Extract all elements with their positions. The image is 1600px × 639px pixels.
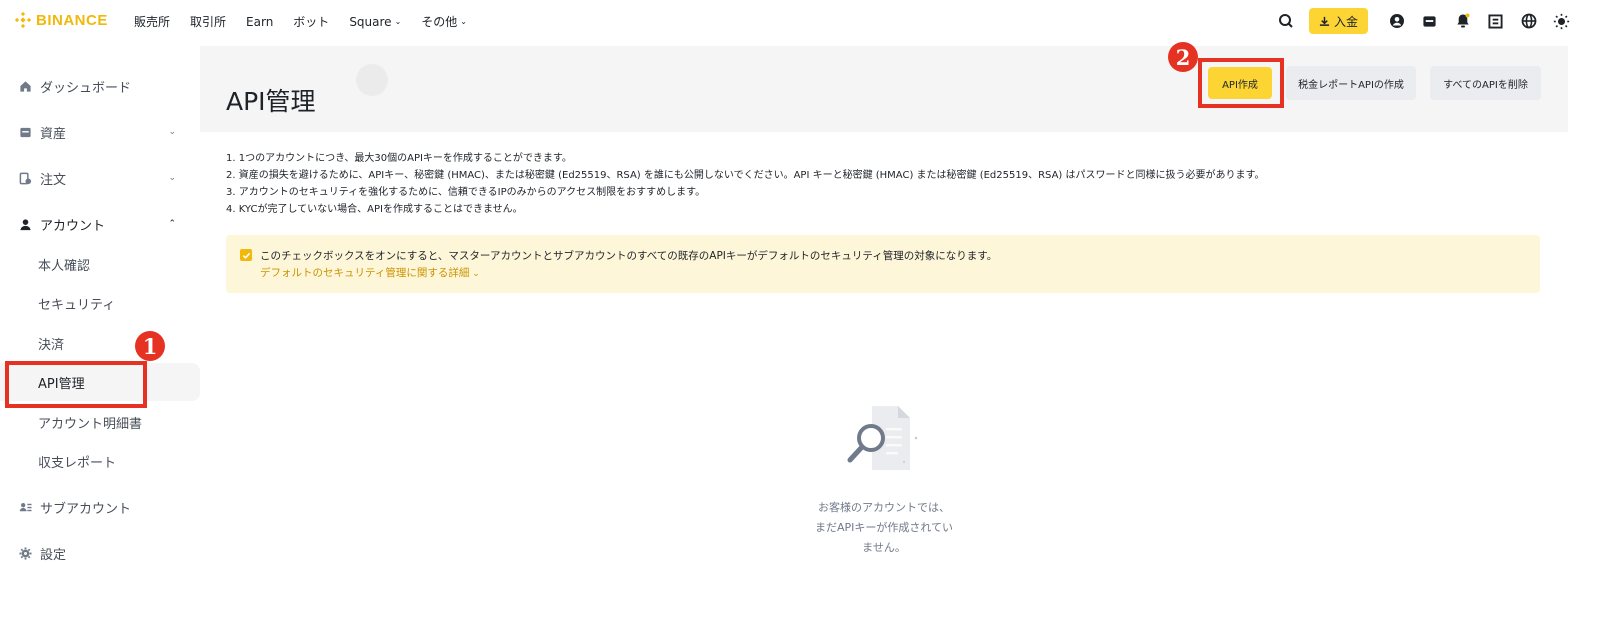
sidebar-item-label: 設定 [40, 547, 67, 563]
alert-message: このチェックボックスをオンにすると、マスターアカウントとサブアカウントのすべての… [260, 250, 998, 262]
nav-item-sales[interactable]: 販売所 [134, 13, 170, 30]
sidebar-item-settings[interactable]: 設定 [0, 534, 200, 572]
sidebar-item-label: ダッシュボード [40, 80, 132, 96]
sidebar-item-dashboard[interactable]: ダッシュボード [0, 67, 200, 105]
sidebar: ダッシュボード 資産 ⌄ 注文 ⌄ アカウント ⌃ 本人確認 セキュリティ 決済… [0, 46, 200, 639]
brand-name: BINANCE [36, 11, 108, 29]
sidebar-item-label: アカウント [40, 218, 106, 234]
sidebar-subitem-label: セキュリティ [38, 297, 116, 313]
nav-item-square[interactable]: Square ⌄ [349, 13, 401, 30]
sidebar-subitem-label: 本人確認 [38, 258, 91, 274]
sidebar-subitem-label: 決済 [38, 337, 65, 353]
main-nav: 販売所 取引所 Earn ボット Square ⌄ その他 ⌄ [134, 13, 487, 30]
sidebar-item-assets[interactable]: 資産 ⌄ [0, 113, 200, 151]
sidebar-item-label: 資産 [40, 126, 67, 142]
note-1: 1. 1つのアカウントにつき、最大30個のAPIキーを作成することができます。 [226, 153, 572, 164]
deposit-button[interactable]: 入金 [1308, 8, 1368, 34]
highlight-box-create-api [1198, 58, 1284, 108]
security-details-link[interactable]: デフォルトのセキュリティ管理に関する詳細 ⌄ [260, 265, 480, 280]
nav-label: 取引所 [190, 15, 227, 29]
binance-logo-icon [14, 11, 32, 29]
step-badge-2: 2 [1168, 42, 1198, 72]
wallet-icon[interactable] [1413, 8, 1446, 34]
api-notes: 1. 1つのアカウントにつき、最大30個のAPIキーを作成することができます。 … [226, 150, 1265, 218]
sidebar-subitem-payment[interactable]: 決済 [0, 324, 200, 362]
top-navigation-bar: BINANCE 販売所 取引所 Earn ボット Square ⌄ その他 ⌄ 入金 [0, 0, 1600, 44]
sidebar-subitem-security[interactable]: セキュリティ [0, 284, 200, 322]
user-icon [18, 217, 32, 231]
user-icon[interactable] [1380, 8, 1413, 34]
chevron-down-icon: ⌄ [168, 173, 176, 183]
delete-all-api-button[interactable]: すべてのAPIを削除 [1430, 66, 1541, 100]
wallet-icon [18, 125, 32, 139]
security-alert: このチェックボックスをオンにすると、マスターアカウントとサブアカウントのすべての… [226, 235, 1540, 293]
highlight-box-api-management [5, 361, 147, 408]
binance-logo[interactable]: BINANCE [14, 11, 108, 29]
note-3: 3. アカウントのセキュリティを強化するために、信頼できるIPのみからのアクセス… [226, 187, 706, 198]
empty-search-icon [846, 404, 922, 478]
chevron-down-icon: ⌄ [469, 269, 480, 279]
checkmark-icon [242, 252, 250, 259]
nav-item-bot[interactable]: ボット [293, 13, 329, 30]
note-2: 2. 資産の損失を避けるために、APIキー、秘密鍵 (HMAC)、または秘密鍵 … [226, 170, 1265, 181]
sidebar-subitem-account-statement[interactable]: アカウント明細書 [0, 403, 200, 441]
nav-label: Square [349, 14, 392, 29]
empty-line: まだAPIキーが作成されてい [814, 521, 954, 534]
chevron-up-icon: ⌃ [168, 219, 176, 229]
bell-icon[interactable] [1446, 8, 1479, 34]
sidebar-subitem-label: 収支レポート [38, 455, 117, 471]
sidebar-item-label: 注文 [40, 172, 67, 188]
home-icon [18, 79, 32, 93]
default-security-checkbox[interactable] [240, 249, 252, 261]
gear-icon [18, 546, 32, 560]
tax-report-api-label: 税金レポートAPIの作成 [1298, 79, 1404, 91]
nav-item-earn[interactable]: Earn [246, 13, 273, 30]
globe-icon[interactable] [1512, 8, 1545, 34]
nav-item-exchange[interactable]: 取引所 [190, 13, 226, 30]
top-right-actions: 入金 [1270, 8, 1578, 34]
empty-line: ません。 [862, 541, 906, 554]
create-tax-report-api-button[interactable]: 税金レポートAPIの作成 [1286, 66, 1416, 100]
search-icon[interactable] [1270, 8, 1303, 34]
empty-line: お客様のアカウントでは、 [818, 501, 950, 514]
chevron-down-icon: ⌄ [460, 17, 467, 26]
chevron-down-icon: ⌄ [394, 17, 402, 26]
note-4: 4. KYCが完了していない場合、APIを作成することはできません。 [226, 204, 523, 215]
sidebar-subitem-pnl-report[interactable]: 収支レポート [0, 442, 200, 480]
sidebar-item-account[interactable]: アカウント ⌃ [0, 205, 200, 243]
page-title: API管理 [226, 87, 316, 116]
sidebar-subitem-label: アカウント明細書 [38, 416, 143, 432]
nav-label: 販売所 [134, 15, 171, 29]
theme-icon[interactable] [1545, 8, 1578, 34]
link-label: デフォルトのセキュリティ管理に関する詳細 [260, 267, 470, 279]
avatar [356, 64, 388, 96]
delete-all-api-label: すべてのAPIを削除 [1443, 79, 1528, 91]
sidebar-item-sub-account[interactable]: サブアカウント [0, 488, 200, 526]
orders-icon [18, 171, 32, 185]
deposit-label: 入金 [1333, 14, 1358, 29]
chevron-down-icon: ⌄ [168, 127, 176, 137]
nav-item-more[interactable]: その他 ⌄ [421, 13, 467, 30]
qr-code-icon[interactable] [1479, 8, 1512, 34]
sidebar-subitem-identity[interactable]: 本人確認 [0, 245, 200, 283]
sub-account-icon [18, 500, 32, 514]
nav-label: その他 [421, 15, 458, 29]
download-icon [1319, 16, 1330, 26]
sidebar-item-orders[interactable]: 注文 ⌄ [0, 159, 200, 197]
nav-label: ボット [293, 15, 330, 29]
step-badge-1: 1 [135, 331, 165, 361]
empty-state-message: お客様のアカウントでは、 まだAPIキーが作成されてい ません。 [784, 498, 984, 558]
sidebar-item-label: サブアカウント [40, 501, 132, 517]
nav-label: Earn [246, 14, 274, 29]
